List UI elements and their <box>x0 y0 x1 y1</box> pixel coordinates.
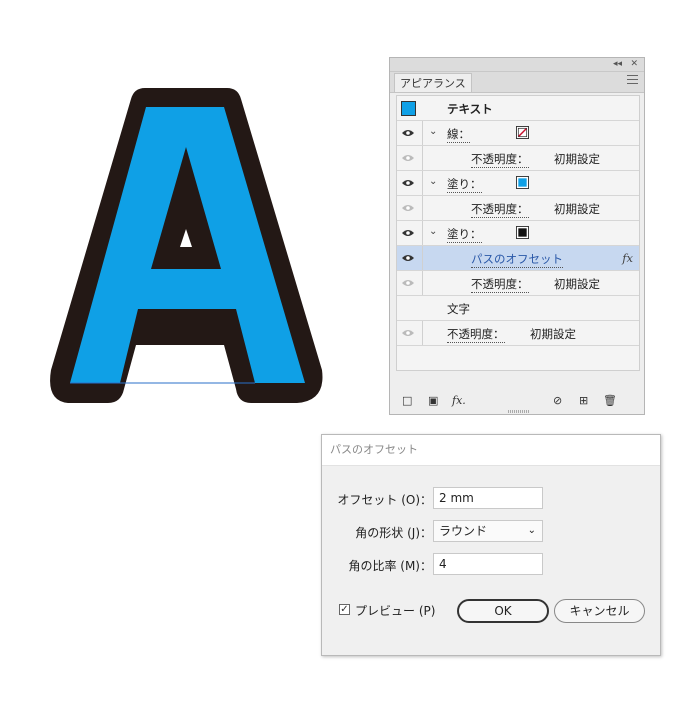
appearance-row-opacity[interactable]: 不透明度： 初期設定 <box>397 321 639 346</box>
appearance-row-opacity[interactable]: 不透明度： 初期設定 <box>397 146 639 171</box>
opacity-value: 初期設定 <box>554 202 600 216</box>
opacity-value: 初期設定 <box>554 152 600 166</box>
eye-icon[interactable] <box>401 278 415 288</box>
appearance-list-empty-area <box>397 346 639 370</box>
duplicate-item-icon[interactable]: ⊞ <box>579 394 588 407</box>
fill-label[interactable]: 塗り： <box>447 226 482 243</box>
corner-select-value: ラウンド <box>439 524 488 538</box>
chevron-down-icon: ⌄ <box>527 525 536 536</box>
trash-icon[interactable]: 🗑 <box>603 394 617 407</box>
appearance-row-characters[interactable]: 文字 <box>397 296 639 321</box>
stroke-swatch-icon[interactable] <box>516 126 529 139</box>
opacity-label[interactable]: 不透明度： <box>471 276 529 293</box>
miter-limit-input[interactable]: 4 <box>433 553 543 575</box>
appearance-row-stroke[interactable]: ⌄ 線： <box>397 121 639 146</box>
eye-icon[interactable] <box>401 178 415 188</box>
appearance-list: テキスト ⌄ 線： 不透明度： 初期設定 ⌄ 塗り： 不透明度： 初期設定 ⌄ … <box>396 95 640 371</box>
eye-icon[interactable] <box>401 253 415 263</box>
offset-input[interactable]: 2 mm <box>433 487 543 509</box>
corner-select[interactable]: ラウンド ⌄ <box>433 520 543 542</box>
add-effect-icon[interactable]: fx. <box>452 394 466 407</box>
appearance-row-opacity[interactable]: 不透明度： 初期設定 <box>397 271 639 296</box>
opacity-value: 初期設定 <box>554 277 600 291</box>
eye-icon[interactable] <box>401 228 415 238</box>
fill-swatch-blue-icon[interactable] <box>516 176 529 189</box>
eye-icon[interactable] <box>401 128 415 138</box>
fx-icon: fx <box>622 251 633 265</box>
chevron-down-icon[interactable]: ⌄ <box>429 176 437 187</box>
eye-icon[interactable] <box>401 203 415 213</box>
appearance-header[interactable]: テキスト <box>397 96 639 121</box>
resize-grip[interactable] <box>508 410 530 413</box>
miter-limit-label: 角の比率 (M)： <box>348 559 432 573</box>
collapse-icon[interactable]: ◂◂ <box>613 58 622 71</box>
appearance-row-fill[interactable]: ⌄ 塗り： <box>397 171 639 196</box>
offset-label: オフセット (O)： <box>337 493 432 507</box>
appearance-row-offset-path-effect[interactable]: パスのオフセット fx <box>397 246 639 271</box>
artwork-letter-a[interactable] <box>0 0 360 420</box>
chevron-down-icon[interactable]: ⌄ <box>429 226 437 237</box>
appearance-row-fill[interactable]: ⌄ 塗り： <box>397 221 639 246</box>
stroke-label[interactable]: 線： <box>447 126 470 143</box>
opacity-value: 初期設定 <box>530 327 576 341</box>
fill-label[interactable]: 塗り： <box>447 176 482 193</box>
panel-menu-icon[interactable] <box>627 75 638 85</box>
eye-icon[interactable] <box>401 328 415 338</box>
chevron-down-icon[interactable]: ⌄ <box>429 126 437 137</box>
cancel-button[interactable]: キャンセル <box>554 599 645 623</box>
preview-checkbox[interactable]: ✓ <box>339 604 350 615</box>
offset-path-effect-link[interactable]: パスのオフセット <box>471 251 563 268</box>
close-icon[interactable]: ✕ <box>630 58 638 71</box>
tab-appearance[interactable]: アピアランス <box>394 73 472 92</box>
opacity-label[interactable]: 不透明度： <box>471 151 529 168</box>
add-new-stroke-icon[interactable]: □ <box>402 394 412 407</box>
panel-tab-row: アピアランス <box>390 72 644 93</box>
eye-icon[interactable] <box>401 153 415 163</box>
preview-label[interactable]: プレビュー (P) <box>355 602 435 619</box>
opacity-label[interactable]: 不透明度： <box>447 326 505 343</box>
offset-path-dialog: パスのオフセット オフセット (O)： 2 mm 角の形状 (J)： ラウンド … <box>321 434 661 656</box>
panel-bottom-toolbar: □ ▣ fx. ⊘ ⊞ 🗑 <box>390 388 644 414</box>
appearance-panel: ◂◂ ✕ アピアランス テキスト ⌄ 線： 不透明度： 初期設定 ⌄ 塗り： 不… <box>389 57 645 415</box>
clear-appearance-icon[interactable]: ⊘ <box>553 394 562 407</box>
appearance-row-opacity[interactable]: 不透明度： 初期設定 <box>397 196 639 221</box>
text-thumbnail-icon <box>401 101 416 116</box>
fill-swatch-black-icon[interactable] <box>516 226 529 239</box>
panel-title-bar: ◂◂ ✕ <box>390 58 644 72</box>
characters-label: 文字 <box>447 302 470 316</box>
dialog-title: パスのオフセット <box>322 435 660 466</box>
corner-label: 角の形状 (J)： <box>355 526 432 540</box>
opacity-label[interactable]: 不透明度： <box>471 201 529 218</box>
add-new-fill-icon[interactable]: ▣ <box>428 394 438 407</box>
header-label: テキスト <box>447 102 493 116</box>
ok-button[interactable]: OK <box>457 599 549 623</box>
